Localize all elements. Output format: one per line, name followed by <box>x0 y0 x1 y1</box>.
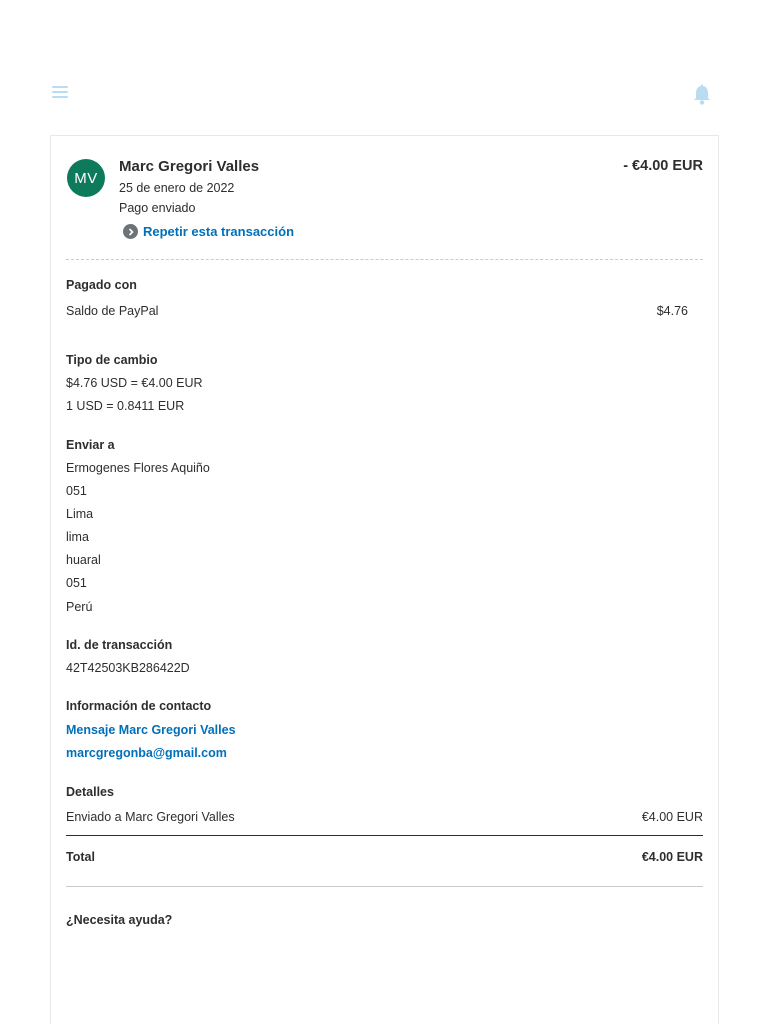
merchant-name: Marc Gregori Valles <box>119 158 260 175</box>
details-line-amount: €4.00 EUR <box>641 810 703 824</box>
ship-to-line: 051 <box>66 484 87 498</box>
divider <box>66 886 703 887</box>
chevron-right-icon <box>123 224 138 239</box>
exchange-rate-line: $4.76 USD = €4.00 EUR <box>66 376 203 390</box>
exchange-rate-unit: 1 USD = 0.8411 EUR <box>66 399 185 413</box>
details-title: Detalles <box>66 785 114 799</box>
transaction-id-value: 42T42503KB286422D <box>66 661 190 675</box>
message-merchant-link[interactable]: Mensaje Marc Gregori Valles <box>66 723 236 737</box>
ship-to-line: huaral <box>66 553 101 567</box>
ship-to-name: Ermogenes Flores Aquiño <box>66 461 210 475</box>
hamburger-menu-icon[interactable] <box>52 86 70 104</box>
total-label: Total <box>66 850 95 864</box>
avatar: MV <box>67 159 105 197</box>
total-amount: €4.00 EUR <box>641 850 703 864</box>
transaction-date: 25 de enero de 2022 <box>119 181 235 195</box>
paid-with-title: Pagado con <box>66 278 137 292</box>
payment-method: Saldo de PayPal <box>66 304 159 318</box>
transaction-id-title: Id. de transacción <box>66 638 173 652</box>
payment-method-amount: $4.76 <box>656 304 688 318</box>
ship-to-line: Lima <box>66 507 94 521</box>
divider <box>66 259 703 260</box>
ship-to-line: 051 <box>66 576 87 590</box>
transaction-detail-card: MV Marc Gregori Valles 25 de enero de 20… <box>50 135 719 1024</box>
bell-icon[interactable] <box>692 84 712 106</box>
top-bar <box>0 0 768 130</box>
details-line-label: Enviado a Marc Gregori Valles <box>66 810 235 824</box>
ship-to-title: Enviar a <box>66 438 115 452</box>
transaction-status: Pago enviado <box>119 201 196 215</box>
help-title[interactable]: ¿Necesita ayuda? <box>66 913 172 927</box>
exchange-rate-title: Tipo de cambio <box>66 353 158 367</box>
merchant-email-link[interactable]: marcgregonba@gmail.com <box>66 746 227 760</box>
ship-to-country: Perú <box>66 600 93 614</box>
contact-info-title: Información de contacto <box>66 699 212 713</box>
divider <box>66 835 703 836</box>
ship-to-line: lima <box>66 530 89 544</box>
transaction-amount: - €4.00 EUR <box>623 158 703 174</box>
repeat-transaction-label: Repetir esta transacción <box>143 224 295 239</box>
repeat-transaction-link[interactable]: Repetir esta transacción <box>123 224 294 239</box>
